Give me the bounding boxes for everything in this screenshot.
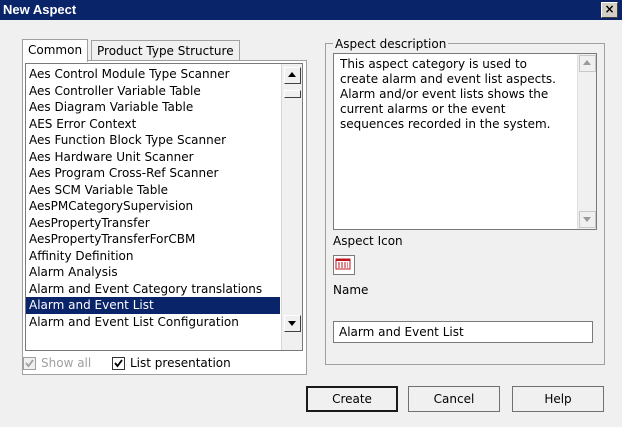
list-item[interactable]: Alarm Analysis [26,264,280,281]
aspect-description-label: Aspect description [333,37,449,51]
list-item[interactable]: Aes Control Module Type Scanner [26,66,280,83]
alarm-list-icon [335,258,351,270]
close-icon: × [604,2,615,16]
aspect-icon-label: Aspect Icon [333,234,403,248]
tab-product-type-structure-label: Product Type Structure [97,44,234,58]
list-item[interactable]: Alarm and Event List [26,297,280,314]
list-item[interactable]: Aes SCM Variable Table [26,182,280,199]
list-presentation-checkbox[interactable] [112,357,125,370]
list-items: Aes Control Module Type Scanner Aes Contr… [26,66,280,330]
list-item[interactable]: Aes Hardware Unit Scanner [26,149,280,166]
create-button[interactable]: Create [306,386,398,412]
list-item[interactable]: Aes Function Block Type Scanner [26,132,280,149]
list-item[interactable]: Alarm and Event Category translations [26,281,280,298]
arrow-up-icon [583,60,591,65]
tab-common-label: Common [28,43,83,57]
show-all-checkbox[interactable] [23,357,36,370]
tab-product-type-structure[interactable]: Product Type Structure [91,40,240,62]
tab-common[interactable]: Common [22,39,89,62]
close-button[interactable]: × [601,2,618,18]
show-all-label: Show all [41,356,92,370]
aspect-description-text: This aspect category is used to create a… [340,57,556,131]
arrow-down-icon [583,217,591,222]
new-aspect-dialog: Common Product Type Structure Aes Contro… [0,20,622,427]
list-item[interactable]: Aes Program Cross-Ref Scanner [26,165,280,182]
description-scroll-down [579,211,596,228]
list-item[interactable]: Aes Diagram Variable Table [26,99,280,116]
description-scrollbar [577,54,596,229]
cancel-button[interactable]: Cancel [408,386,500,412]
list-item[interactable]: AesPropertyTransferForCBM [26,231,280,248]
scroll-thumb[interactable] [284,90,301,98]
list-item[interactable]: AesPMCategorySupervision [26,198,280,215]
arrow-up-icon [288,72,296,77]
title-bar: New Aspect × [0,0,622,20]
list-item[interactable]: AesPropertyTransfer [26,215,280,232]
description-scroll-up [579,55,596,72]
list-scrollbar[interactable] [281,64,302,350]
name-input[interactable] [333,321,593,343]
arrow-down-icon [288,321,296,326]
list-presentation-label: List presentation [130,356,231,370]
window-title: New Aspect [3,2,77,17]
list-item[interactable]: Alarm and Event List Configuration [26,314,280,331]
aspect-description-box: This aspect category is used to create a… [333,53,597,230]
checkmark-icon [114,359,123,368]
checkmark-icon [25,359,34,368]
list-item[interactable]: Aes Controller Variable Table [26,83,280,100]
list-item[interactable]: Affinity Definition [26,248,280,265]
scroll-up-button[interactable] [284,67,301,84]
aspect-category-list[interactable]: Aes Control Module Type Scanner Aes Contr… [25,63,303,351]
help-button[interactable]: Help [512,386,604,412]
list-item[interactable]: AES Error Context [26,116,280,133]
aspect-icon-box [333,255,355,275]
name-label: Name [333,283,369,297]
scroll-down-button[interactable] [284,315,301,332]
